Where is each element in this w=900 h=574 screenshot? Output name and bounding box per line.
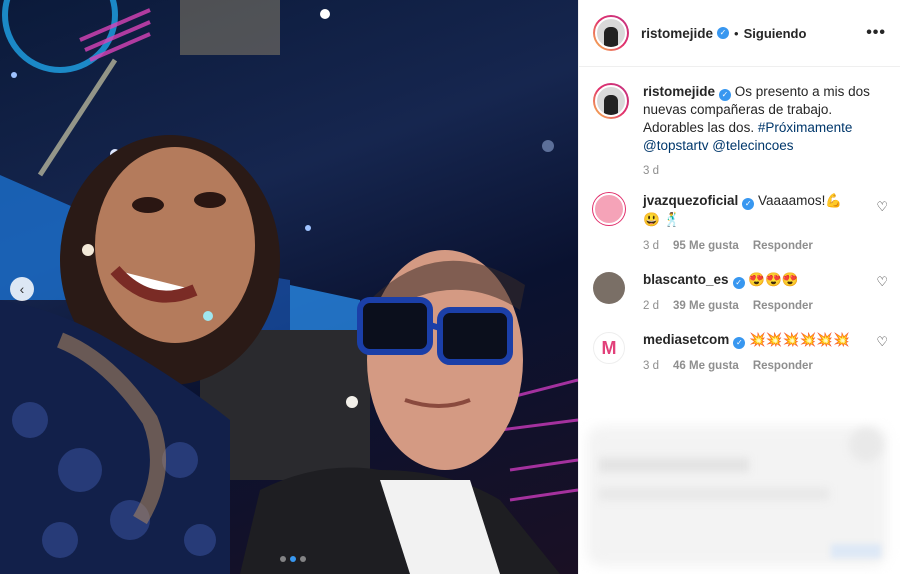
comment-body: jvazquezoficial ✓ Vaaaamos!💪 😃 🕺 3 d 95 M… — [643, 191, 865, 256]
like-comment-heart-icon[interactable]: ♡ — [876, 334, 888, 350]
carousel-dots — [280, 556, 306, 562]
comment-meta: 2 d 39 Me gusta Responder — [643, 297, 865, 316]
comment-username[interactable]: jvazquezoficial — [643, 193, 738, 208]
comment-meta: 3 d 46 Me gusta Responder — [643, 357, 865, 376]
mediaset-logo-avatar[interactable]: M — [593, 332, 625, 364]
post-photo[interactable]: ‹ — [0, 0, 578, 574]
caption-username[interactable]: ristomejide — [643, 84, 715, 99]
separator-dot: • — [734, 25, 739, 41]
comment-time[interactable]: 3 d — [643, 357, 659, 376]
comment-item: blascanto_es ✓ 😍😍😍 2 d 39 Me gusta Respon… — [579, 270, 900, 316]
blurred-overlay — [579, 418, 900, 574]
verified-badge-icon: ✓ — [719, 89, 732, 101]
more-options-icon[interactable]: ••• — [866, 24, 886, 42]
mention-link-topstartv[interactable]: @topstartv — [643, 138, 708, 153]
commenter-avatar[interactable] — [593, 272, 625, 304]
hashtag-link[interactable]: #Próximamente — [758, 120, 853, 135]
caption-avatar[interactable] — [593, 83, 629, 119]
verified-badge-icon: ✓ — [717, 27, 730, 39]
reply-button[interactable]: Responder — [753, 237, 813, 256]
author-username[interactable]: ristomejide — [641, 26, 713, 41]
comment-body: mediasetcom ✓ 💥💥💥💥💥💥 3 d 46 Me gusta Resp… — [643, 330, 865, 376]
caption-timestamp[interactable]: 3 d — [643, 165, 900, 177]
post-sidebar: ristomejide ✓ • Siguiendo ••• ristomejid… — [578, 0, 900, 574]
comment-text: 💥💥💥💥💥💥 — [749, 332, 850, 347]
carousel-dot-active — [290, 556, 296, 562]
verified-badge-icon: ✓ — [733, 337, 746, 349]
post-caption: ristomejide ✓ Os presento a mis dos nueva… — [579, 67, 900, 155]
reply-button[interactable]: Responder — [753, 297, 813, 316]
chevron-left-icon: ‹ — [19, 281, 25, 297]
instagram-post: ‹ ristomejide ✓ • Siguiendo ••• ristomej… — [0, 0, 900, 574]
mention-link-telecincoes[interactable]: @telecincoes — [712, 138, 793, 153]
comment-likes[interactable]: 46 Me gusta — [673, 357, 739, 376]
reply-button[interactable]: Responder — [753, 357, 813, 376]
comment-time[interactable]: 2 d — [643, 297, 659, 316]
comment-likes[interactable]: 95 Me gusta — [673, 237, 739, 256]
previous-photo-button[interactable]: ‹ — [10, 277, 34, 301]
comment-time[interactable]: 3 d — [643, 237, 659, 256]
comment-item: M mediasetcom ✓ 💥💥💥💥💥💥 3 d 46 Me gusta Re… — [579, 330, 900, 376]
post-header: ristomejide ✓ • Siguiendo ••• — [579, 0, 900, 67]
comment-text-line2: 😃 🕺 — [643, 212, 681, 227]
verified-badge-icon: ✓ — [732, 277, 745, 289]
comment-username[interactable]: mediasetcom — [643, 332, 729, 347]
following-button[interactable]: Siguiendo — [744, 26, 807, 41]
like-comment-heart-icon[interactable]: ♡ — [876, 199, 888, 215]
comment-body: blascanto_es ✓ 😍😍😍 2 d 39 Me gusta Respon… — [643, 270, 865, 316]
commenter-avatar[interactable] — [593, 193, 625, 225]
comment-text: Vaaaamos!💪 — [758, 193, 843, 208]
comment-text: 😍😍😍 — [748, 272, 799, 287]
carousel-dot — [280, 556, 286, 562]
comment-likes[interactable]: 39 Me gusta — [673, 297, 739, 316]
caption-text: ristomejide ✓ Os presento a mis dos nueva… — [643, 83, 883, 155]
comment-item: jvazquezoficial ✓ Vaaaamos!💪 😃 🕺 3 d 95 M… — [579, 191, 900, 256]
like-comment-heart-icon[interactable]: ♡ — [876, 274, 888, 290]
selfie-illustration — [0, 0, 578, 574]
comment-meta: 3 d 95 Me gusta Responder — [643, 237, 865, 256]
carousel-dot — [300, 556, 306, 562]
comment-username[interactable]: blascanto_es — [643, 272, 729, 287]
author-avatar[interactable] — [593, 15, 629, 51]
verified-badge-icon: ✓ — [742, 198, 755, 210]
